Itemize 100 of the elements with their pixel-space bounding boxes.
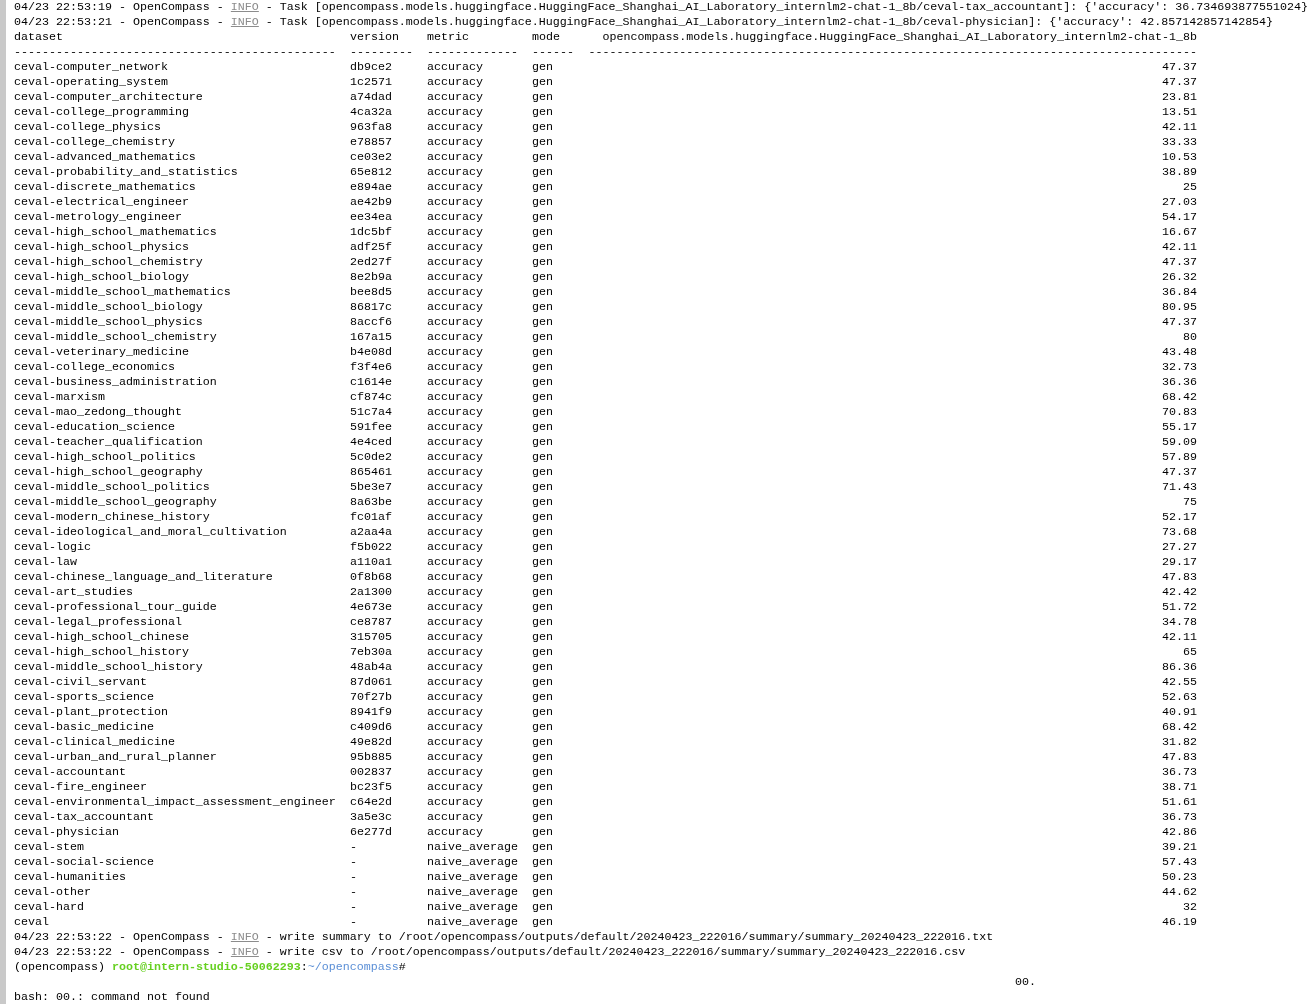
prompt-user: root@intern-studio-50062293 <box>111 960 301 974</box>
table-cell-text: gen <box>532 270 554 285</box>
table-cell-text: 5c0de2 <box>350 450 393 465</box>
table-cell-text: - <box>350 900 358 915</box>
table-cell-text: accuracy <box>427 150 484 165</box>
table-cell-text: accuracy <box>427 600 484 615</box>
table-cell-text: 47.37 <box>1161 315 1197 330</box>
table-cell-text: 23.81 <box>1161 90 1197 105</box>
table-cell-text: accuracy <box>427 240 484 255</box>
table-cell-text: 46.19 <box>1161 915 1197 930</box>
table-cell-text: 27.27 <box>1161 540 1197 555</box>
table-cell-text: 42.11 <box>1161 630 1197 645</box>
table-cell-text: ceval-college_chemistry <box>14 135 176 150</box>
table-cell-text: ceval-education_science <box>14 420 176 435</box>
table-cell-text: accuracy <box>427 420 484 435</box>
table-cell-text: ceval-high_school_biology <box>14 270 190 285</box>
table-cell-text: accuracy <box>427 75 484 90</box>
table-cell-text: 26.32 <box>1161 270 1197 285</box>
table-cell-text: 80.95 <box>1161 300 1197 315</box>
table-cell-text: gen <box>532 900 554 915</box>
table-cell-text: 25 <box>1182 180 1197 195</box>
column-header: mode <box>532 30 561 45</box>
table-cell-text: ceval-modern_chinese_history <box>14 510 211 525</box>
table-cell-text: adf25f <box>350 240 393 255</box>
table-cell-text: 70f27b <box>350 690 393 705</box>
table-cell-text: gen <box>532 810 554 825</box>
table-cell-text: ceval-basic_medicine <box>14 720 155 735</box>
table-cell-text: gen <box>532 510 554 525</box>
table-cell-text: 47.37 <box>1161 255 1197 270</box>
table-cell-text: 2a1300 <box>350 585 393 600</box>
table-cell-text: 29.17 <box>1161 555 1197 570</box>
table-cell: naive_average <box>427 855 518 870</box>
table-cell-text: gen <box>532 210 554 225</box>
table-cell-text: bc23f5 <box>350 780 393 795</box>
table-cell-text: ceval-logic <box>14 540 92 555</box>
table-cell-text: 65 <box>1182 645 1197 660</box>
table-cell-text: accuracy <box>427 765 484 780</box>
table-cell-text: accuracy <box>427 105 484 120</box>
table-cell-text: gen <box>532 720 554 735</box>
table-cell-text: ceval-high_school_history <box>14 645 190 660</box>
table-cell-text: 65e812 <box>350 165 393 180</box>
table-cell-text: ceval-teacher_qualification <box>14 435 204 450</box>
table-cell-text: ceval-high_school_geography <box>14 465 204 480</box>
table-cell-text: ceval-college_physics <box>14 120 162 135</box>
table-cell-text: ceval-social-science <box>14 855 155 870</box>
table-cell-text: ceval-stem <box>14 840 85 855</box>
table-cell-text: ceval-high_school_mathematics <box>14 225 218 240</box>
table-cell-text: gen <box>532 780 554 795</box>
table-cell-text: 42.86 <box>1161 825 1197 840</box>
log-level: INFO <box>230 945 259 959</box>
table-cell-text: 4ca32a <box>350 105 393 120</box>
table-cell-text: ceval-professional_tour_guide <box>14 600 218 615</box>
table-cell-text: 42.11 <box>1161 240 1197 255</box>
table-cell-text: 75 <box>1182 495 1197 510</box>
table-cell-text: 8e2b9a <box>350 270 393 285</box>
table-cell-text: ceval-operating_system <box>14 75 169 90</box>
table-cell-text: c64e2d <box>350 795 393 810</box>
table-cell-text: 95b885 <box>350 750 393 765</box>
table-cell-text: 36.73 <box>1161 765 1197 780</box>
column-header: dataset <box>14 30 64 45</box>
column-header: version <box>350 30 400 45</box>
table-cell-text: accuracy <box>427 315 484 330</box>
log-message: - write summary to /root/opencompass/outputs/default/20240423_222016/summary/summary_20240423_222016.txt <box>265 930 994 944</box>
table-cell-text: 1dc5bf <box>350 225 393 240</box>
table-cell-text: ae42b9 <box>350 195 393 210</box>
table-cell-text: bee8d5 <box>350 285 393 300</box>
table-cell-text: gen <box>532 915 554 930</box>
table-cell-text: gen <box>532 630 554 645</box>
table-cell-text: 865461 <box>350 465 393 480</box>
table-cell-text: gen <box>532 120 554 135</box>
table-cell-text: gen <box>532 855 554 870</box>
table-cell-text: 4e4ced <box>350 435 393 450</box>
table-cell-text: 8a63be <box>350 495 393 510</box>
table-cell-text: ceval-computer_architecture <box>14 90 204 105</box>
table-cell-text: ceval-other <box>14 885 92 900</box>
table-cell-text: 36.36 <box>1161 375 1197 390</box>
table-cell-text: accuracy <box>427 330 484 345</box>
table-cell-text: gen <box>532 885 554 900</box>
table-cell-text: accuracy <box>427 540 484 555</box>
table-cell-text: 33.33 <box>1161 135 1197 150</box>
table-cell-text: gen <box>532 555 554 570</box>
table-cell-text: ceval-ideological_and_moral_cultivation <box>14 525 288 540</box>
table-cell-text: gen <box>532 465 554 480</box>
dash-rule-text: ------------- <box>427 45 518 60</box>
table-cell-text: gen <box>532 180 554 195</box>
table-cell-text: gen <box>532 870 554 885</box>
table-cell-text: gen <box>532 195 554 210</box>
table-cell-text: ceval-humanities <box>14 870 127 885</box>
table-cell-text: 8accf6 <box>350 315 393 330</box>
table-cell-text: ceval-marxism <box>14 390 106 405</box>
table-cell-text: c409d6 <box>350 720 393 735</box>
table-cell-text: a2aa4a <box>350 525 393 540</box>
table-cell-text: 591fee <box>350 420 393 435</box>
table-cell-text: db9ce2 <box>350 60 393 75</box>
table-cell-text: accuracy <box>427 300 484 315</box>
table-cell-text: 0f8b68 <box>350 570 393 585</box>
table-cell-text: accuracy <box>427 465 484 480</box>
prompt-env: (opencompass) <box>14 960 105 974</box>
table-cell-text: ceval-urban_and_rural_planner <box>14 750 218 765</box>
table-cell-text: accuracy <box>427 120 484 135</box>
